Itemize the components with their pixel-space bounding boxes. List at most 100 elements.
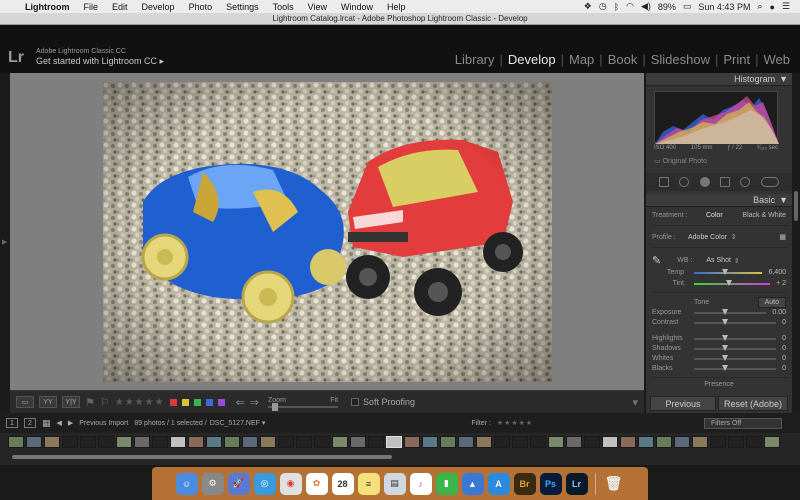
filmstrip-thumb[interactable]	[8, 436, 24, 448]
filmstrip-thumb[interactable]	[62, 436, 78, 448]
profile-browser-icon[interactable]: ▦	[779, 233, 786, 241]
filmstrip-thumb[interactable]	[692, 436, 708, 448]
photos-icon[interactable]: ✿	[305, 472, 328, 495]
filmstrip-thumb[interactable]	[512, 436, 528, 448]
user-icon[interactable]: ●	[769, 2, 774, 12]
zoom-control[interactable]: Zoom Fit	[268, 397, 339, 411]
whites-slider[interactable]	[694, 354, 777, 361]
filmstrip-thumb[interactable]	[710, 436, 726, 448]
app-store-icon[interactable]: A	[487, 472, 510, 495]
contrast-slider-knob[interactable]	[722, 318, 728, 325]
filmstrip-thumb[interactable]	[80, 436, 96, 448]
filmstrip[interactable]	[0, 433, 800, 465]
tone-auto-button[interactable]: Auto	[757, 297, 786, 308]
soft-proofing-toggle[interactable]: Soft Proofing	[351, 397, 415, 407]
filmstrip-thumb[interactable]	[458, 436, 474, 448]
reject-flag-icon[interactable]: ⚐	[100, 396, 110, 409]
photoshop-icon[interactable]: Ps	[539, 472, 562, 495]
module-print[interactable]: Print	[718, 52, 755, 67]
module-library[interactable]: Library	[450, 52, 500, 67]
filmstrip-thumb[interactable]	[314, 436, 330, 448]
menu-develop[interactable]: Develop	[135, 2, 182, 12]
module-book[interactable]: Book	[603, 52, 643, 67]
filmstrip-thumb[interactable]	[530, 436, 546, 448]
next-photo-arrow-icon[interactable]: ⇒	[250, 396, 259, 409]
menu-photo[interactable]: Photo	[182, 2, 220, 12]
blacks-slider-knob[interactable]	[722, 364, 728, 371]
main-window-button[interactable]: 1	[6, 418, 18, 428]
right-panel-scroll-thumb[interactable]	[794, 191, 798, 221]
exposure-slider[interactable]	[694, 308, 767, 315]
filmstrip-thumb[interactable]	[404, 436, 420, 448]
battery-percent[interactable]: 89%	[658, 2, 676, 12]
reset-button[interactable]: Reset (Adobe)	[718, 396, 788, 411]
collapse-basic-icon[interactable]: ▼	[779, 195, 788, 205]
secondary-window-button[interactable]: 2	[24, 418, 36, 428]
color-label-green[interactable]	[193, 398, 201, 406]
wb-dropdown[interactable]: As Shot	[706, 257, 731, 264]
selected-filename[interactable]: DSC_5127.NEF ▾	[210, 419, 266, 427]
notes-icon[interactable]: ≡	[357, 472, 380, 495]
filmstrip-thumb[interactable]	[548, 436, 564, 448]
keynote-icon[interactable]: ▲	[461, 472, 484, 495]
color-label-yellow[interactable]	[181, 398, 189, 406]
preview-icon[interactable]: ▤	[383, 472, 406, 495]
temp-slider[interactable]	[694, 268, 763, 275]
histogram-header[interactable]: Histogram ▼	[646, 73, 792, 86]
shadows-slider[interactable]	[694, 344, 777, 351]
get-started-link[interactable]: Get started with Lightroom CC ▸	[36, 56, 164, 67]
filmstrip-thumb[interactable]	[764, 436, 780, 448]
menu-file[interactable]: File	[77, 2, 106, 12]
histogram-graph[interactable]	[654, 91, 779, 144]
launchpad-icon[interactable]: 🚀	[227, 472, 250, 495]
flag-icon[interactable]: ⚑	[85, 396, 95, 409]
filmstrip-thumb[interactable]	[332, 436, 348, 448]
graduated-filter-icon[interactable]	[720, 177, 731, 187]
notification-icon[interactable]: ☰	[782, 1, 790, 12]
exposure-value[interactable]: 0.00	[772, 309, 786, 316]
filmstrip-thumb[interactable]	[170, 436, 186, 448]
menu-clock[interactable]: Sun 4:43 PM	[698, 2, 750, 12]
expand-left-icon[interactable]: ▶	[2, 238, 7, 246]
highlights-value[interactable]: 0	[782, 335, 786, 342]
filters-dropdown[interactable]: Filters Off	[704, 417, 782, 429]
filmstrip-thumb[interactable]	[494, 436, 510, 448]
whites-slider-knob[interactable]	[722, 354, 728, 361]
contrast-value[interactable]: 0	[782, 319, 786, 326]
crop-tool-icon[interactable]	[659, 177, 670, 187]
grid-view-icon[interactable]: ▦	[42, 418, 51, 429]
filmstrip-thumb[interactable]	[224, 436, 240, 448]
filmstrip-thumb[interactable]	[602, 436, 618, 448]
filmstrip-thumb[interactable]	[422, 436, 438, 448]
filmstrip-thumb[interactable]	[26, 436, 42, 448]
filmstrip-thumb[interactable]	[188, 436, 204, 448]
tint-value[interactable]: + 2	[776, 280, 786, 287]
filmstrip-thumb[interactable]	[296, 436, 312, 448]
loupe-view-button[interactable]: ▭	[16, 396, 34, 408]
soft-proofing-checkbox[interactable]	[351, 398, 360, 406]
menu-app-name[interactable]: Lightroom	[18, 2, 77, 12]
lightroom-icon[interactable]: Lr	[565, 472, 588, 495]
prev-photo-arrow-icon[interactable]: ⇐	[236, 396, 245, 409]
system-preferences-icon[interactable]: ⚙	[201, 472, 224, 495]
filmstrip-stars[interactable]: ★★★★★	[497, 419, 533, 427]
filmstrip-thumb[interactable]	[620, 436, 636, 448]
treatment-color-button[interactable]: Color	[706, 212, 723, 219]
numbers-icon[interactable]: ▮	[435, 472, 458, 495]
radial-filter-icon[interactable]	[740, 177, 751, 187]
module-web[interactable]: Web	[759, 52, 796, 67]
collapse-histogram-icon[interactable]: ▼	[779, 74, 788, 84]
menu-help[interactable]: Help	[380, 2, 413, 12]
spot-removal-tool-icon[interactable]	[679, 177, 690, 187]
loupe-view[interactable]	[10, 73, 644, 390]
menu-window[interactable]: Window	[334, 2, 380, 12]
temp-slider-knob[interactable]	[722, 268, 728, 275]
calendar-icon[interactable]: 28	[331, 472, 354, 495]
time-machine-icon[interactable]: ◷	[599, 1, 607, 12]
dropbox-icon[interactable]: ❖	[584, 1, 592, 12]
module-slideshow[interactable]: Slideshow	[646, 52, 715, 67]
menu-settings[interactable]: Settings	[219, 2, 266, 12]
filmstrip-thumb[interactable]	[728, 436, 744, 448]
filmstrip-thumb[interactable]	[440, 436, 456, 448]
previous-button[interactable]: Previous	[650, 396, 716, 411]
